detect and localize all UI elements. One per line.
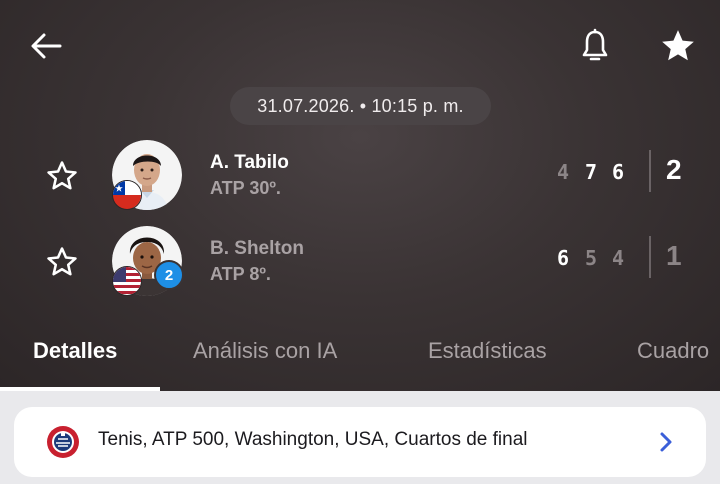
sets-won-total: 1: [666, 240, 682, 271]
player-rank: ATP 8º.: [210, 264, 271, 284]
player-row: A. Tabilo ATP 30º. 4 7 6 2: [0, 140, 720, 210]
set-score: 4: [612, 246, 625, 270]
set-score: 6: [557, 246, 570, 270]
favorite-match-button[interactable]: [656, 24, 700, 68]
player-rank: ATP 30º.: [210, 178, 281, 198]
star-outline-icon: [47, 247, 77, 276]
match-header-panel: 31.07.2026. • 10:15 p. m. A. Tabilo ATP …: [0, 0, 720, 391]
score-divider: [649, 150, 651, 192]
bell-icon: [582, 28, 608, 61]
set-score: 6: [612, 160, 625, 184]
tab-estadisticas[interactable]: Estadísticas: [428, 338, 547, 364]
player-name[interactable]: B. Shelton: [210, 238, 304, 260]
tournament-label: Tenis, ATP 500, Washington, USA, Cuartos…: [98, 429, 528, 450]
chevron-right-icon: [660, 432, 672, 452]
set-score: 4: [557, 160, 570, 184]
tab-detalles[interactable]: Detalles: [33, 338, 117, 364]
score-divider: [649, 236, 651, 278]
tab-cuadro[interactable]: Cuadro: [637, 338, 709, 364]
tab-analisis-ia[interactable]: Análisis con IA: [193, 338, 337, 364]
player-avatar[interactable]: 2: [112, 226, 184, 298]
notifications-button[interactable]: [574, 24, 616, 68]
set-score: 7: [585, 160, 598, 184]
match-datetime: 31.07.2026. • 10:15 p. m.: [230, 87, 491, 125]
content-area: Tenis, ATP 500, Washington, USA, Cuartos…: [0, 391, 720, 484]
tab-bar: Detalles Análisis con IA Estadísticas Cu…: [0, 320, 720, 392]
player-avatar[interactable]: [112, 140, 184, 212]
sets-won-total: 2: [666, 154, 682, 185]
star-filled-icon: [662, 30, 694, 61]
tournament-logo-icon: [47, 426, 79, 458]
chile-flag-icon: [112, 180, 142, 210]
star-outline-icon: [47, 161, 77, 190]
player-row: 2 B. Shelton ATP 8º. 6 5 4 1: [0, 226, 720, 296]
tournament-link[interactable]: Tenis, ATP 500, Washington, USA, Cuartos…: [14, 407, 706, 477]
back-button[interactable]: [24, 24, 68, 68]
seed-badge: 2: [154, 260, 184, 290]
arrow-left-icon: [31, 33, 62, 59]
player-name[interactable]: A. Tabilo: [210, 152, 289, 174]
set-score: 5: [585, 246, 598, 270]
usa-flag-icon: [112, 266, 142, 296]
favorite-player-button[interactable]: [42, 242, 82, 282]
favorite-player-button[interactable]: [42, 156, 82, 196]
